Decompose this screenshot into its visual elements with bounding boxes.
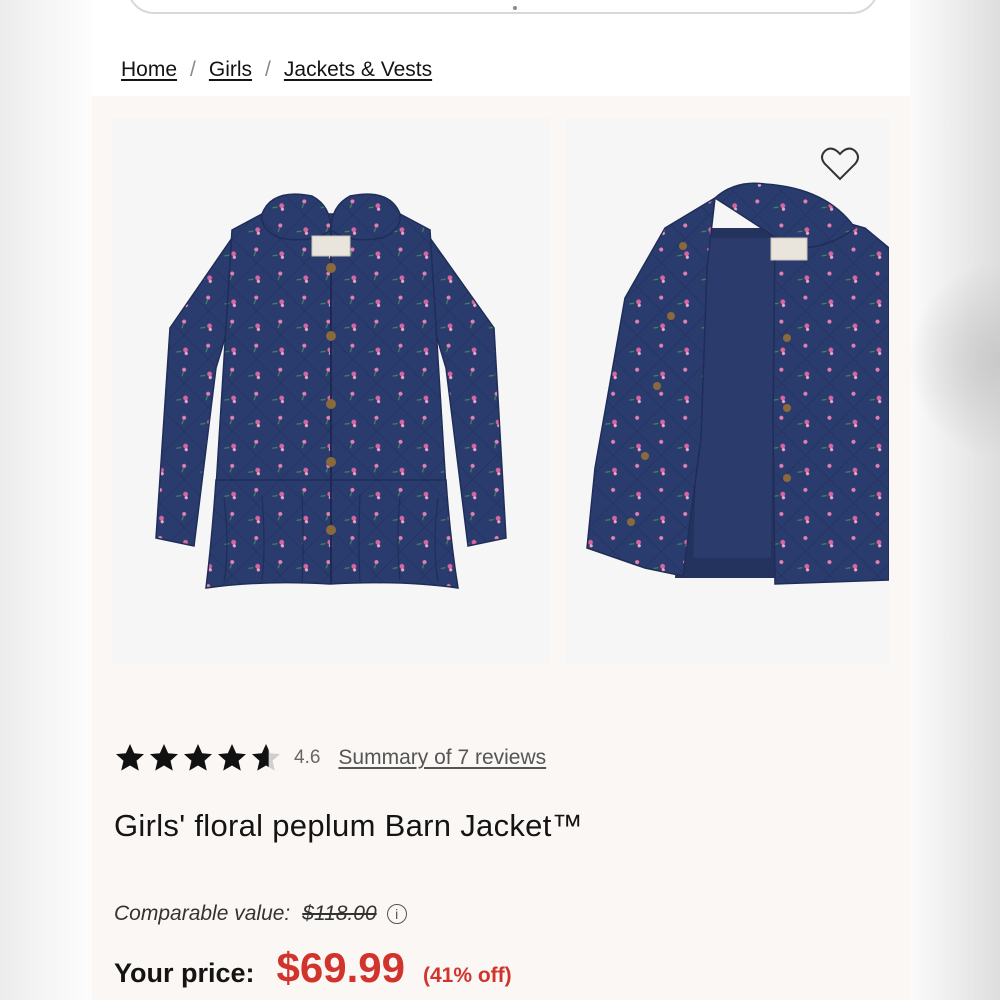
star-icon	[116, 744, 144, 771]
breadcrumb-separator: /	[265, 58, 271, 81]
jacket-open-illustration	[586, 182, 889, 585]
comparable-price: $118.00	[302, 902, 377, 925]
breadcrumb-girls[interactable]: Girls	[209, 58, 252, 82]
product-rating: 4.6 Summary of 7 reviews	[114, 740, 546, 776]
search-cursor	[513, 6, 517, 10]
star-rating	[114, 742, 284, 774]
your-price-label: Your price:	[114, 958, 255, 988]
breadcrumb-separator: /	[190, 58, 196, 81]
breadcrumb-home[interactable]: Home	[121, 58, 177, 82]
jacket-front-illustration	[155, 193, 507, 589]
discount-badge: (41% off)	[423, 964, 512, 987]
reviews-summary-link[interactable]: Summary of 7 reviews	[338, 746, 546, 770]
sale-price: $69.99	[276, 944, 405, 991]
comparable-label: Comparable value:	[114, 902, 291, 925]
star-icon	[184, 744, 212, 771]
product-title: Girls' floral peplum Barn Jacket™	[114, 808, 583, 843]
rating-value: 4.6	[294, 747, 321, 768]
price-row: Your price: $69.99 (41% off)	[114, 944, 512, 992]
star-icon	[150, 744, 178, 771]
right-backdrop	[908, 0, 1000, 1000]
star-half-icon	[252, 744, 280, 771]
product-image-open[interactable]	[565, 118, 889, 664]
comparable-value: Comparable value: $118.00 i	[114, 902, 407, 926]
breadcrumb-jackets-vests[interactable]: Jackets & Vests	[284, 58, 432, 82]
product-content: 4.6 Summary of 7 reviews Girls' floral p…	[92, 96, 910, 1000]
info-icon[interactable]: i	[386, 904, 407, 924]
product-image-front[interactable]	[112, 118, 549, 664]
star-icon	[218, 744, 246, 771]
left-backdrop	[0, 0, 92, 1000]
search-input[interactable]	[127, 0, 879, 14]
breadcrumb: Home / Girls / Jackets & Vests	[121, 55, 432, 85]
heart-outline-icon[interactable]	[820, 146, 860, 182]
product-page: Home / Girls / Jackets & Vests 4.6 Summa…	[92, 0, 910, 1000]
